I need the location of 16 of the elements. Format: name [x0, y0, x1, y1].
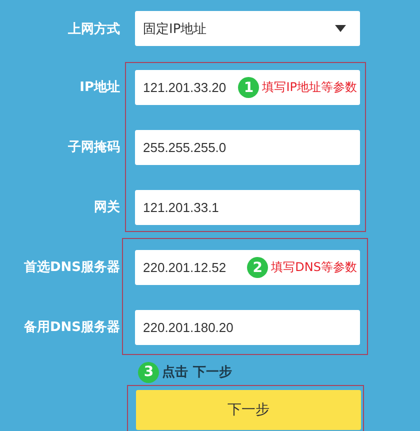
connection-type-dropdown[interactable]: 固定IP地址 — [135, 11, 360, 46]
input-field[interactable]: 255.255.255.0 — [135, 130, 360, 165]
field-label: IP地址 — [78, 79, 120, 97]
caret-icon — [335, 25, 346, 32]
annotation-text: 点击 下一步 — [162, 364, 232, 381]
field-label: 网关 — [93, 198, 120, 217]
field-label: 备用DNS服务器 — [22, 319, 120, 337]
next-button[interactable]: 下一步 — [136, 390, 361, 430]
step-badge: 3 — [138, 362, 160, 382]
annotation-text: 填写IP地址等参数 — [262, 79, 357, 96]
annotation-text: 填写DNS等参数 — [271, 259, 357, 276]
field-label: 上网方式 — [67, 20, 120, 38]
input-field[interactable]: 121.201.33.1 — [135, 190, 360, 225]
field-label: 子网掩码 — [67, 139, 120, 157]
input-field[interactable]: 220.201.180.20 — [135, 310, 360, 345]
field-label: 首选DNS服务器 — [22, 259, 120, 277]
